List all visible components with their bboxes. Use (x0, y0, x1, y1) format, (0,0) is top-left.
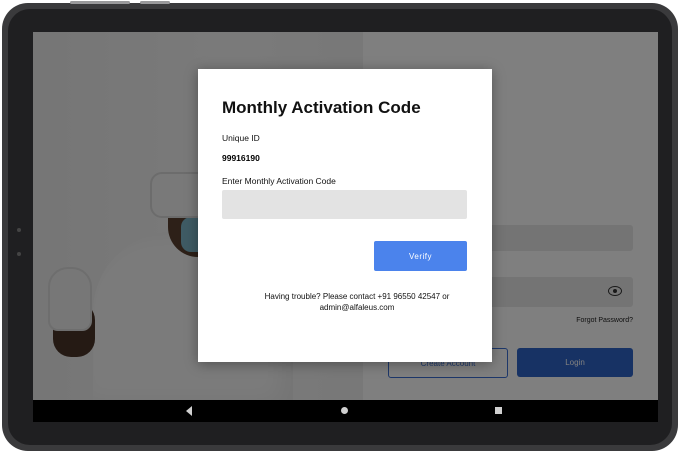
unique-id-value: 99916190 (222, 153, 260, 163)
hardware-button (70, 1, 130, 4)
help-text-line: Having trouble? Please contact +91 96550… (264, 292, 450, 301)
activation-dialog: Monthly Activation Code Unique ID 999161… (198, 69, 492, 362)
back-triangle-icon[interactable] (186, 406, 192, 416)
unique-id-label: Unique ID (222, 133, 260, 143)
activation-code-label: Enter Monthly Activation Code (222, 176, 336, 186)
hardware-button (140, 1, 170, 4)
help-text: Having trouble? Please contact +91 96550… (228, 292, 486, 313)
verify-button[interactable]: Verify (374, 241, 467, 271)
dialog-title: Monthly Activation Code (222, 98, 421, 117)
camera-sensor (17, 252, 21, 256)
help-email[interactable]: admin@alfaleus.com (228, 303, 486, 314)
home-circle-icon[interactable] (341, 407, 348, 414)
activation-code-input[interactable] (222, 190, 467, 219)
recent-square-icon[interactable] (495, 407, 502, 414)
camera-sensor (17, 228, 21, 232)
system-nav-bar (33, 400, 658, 422)
